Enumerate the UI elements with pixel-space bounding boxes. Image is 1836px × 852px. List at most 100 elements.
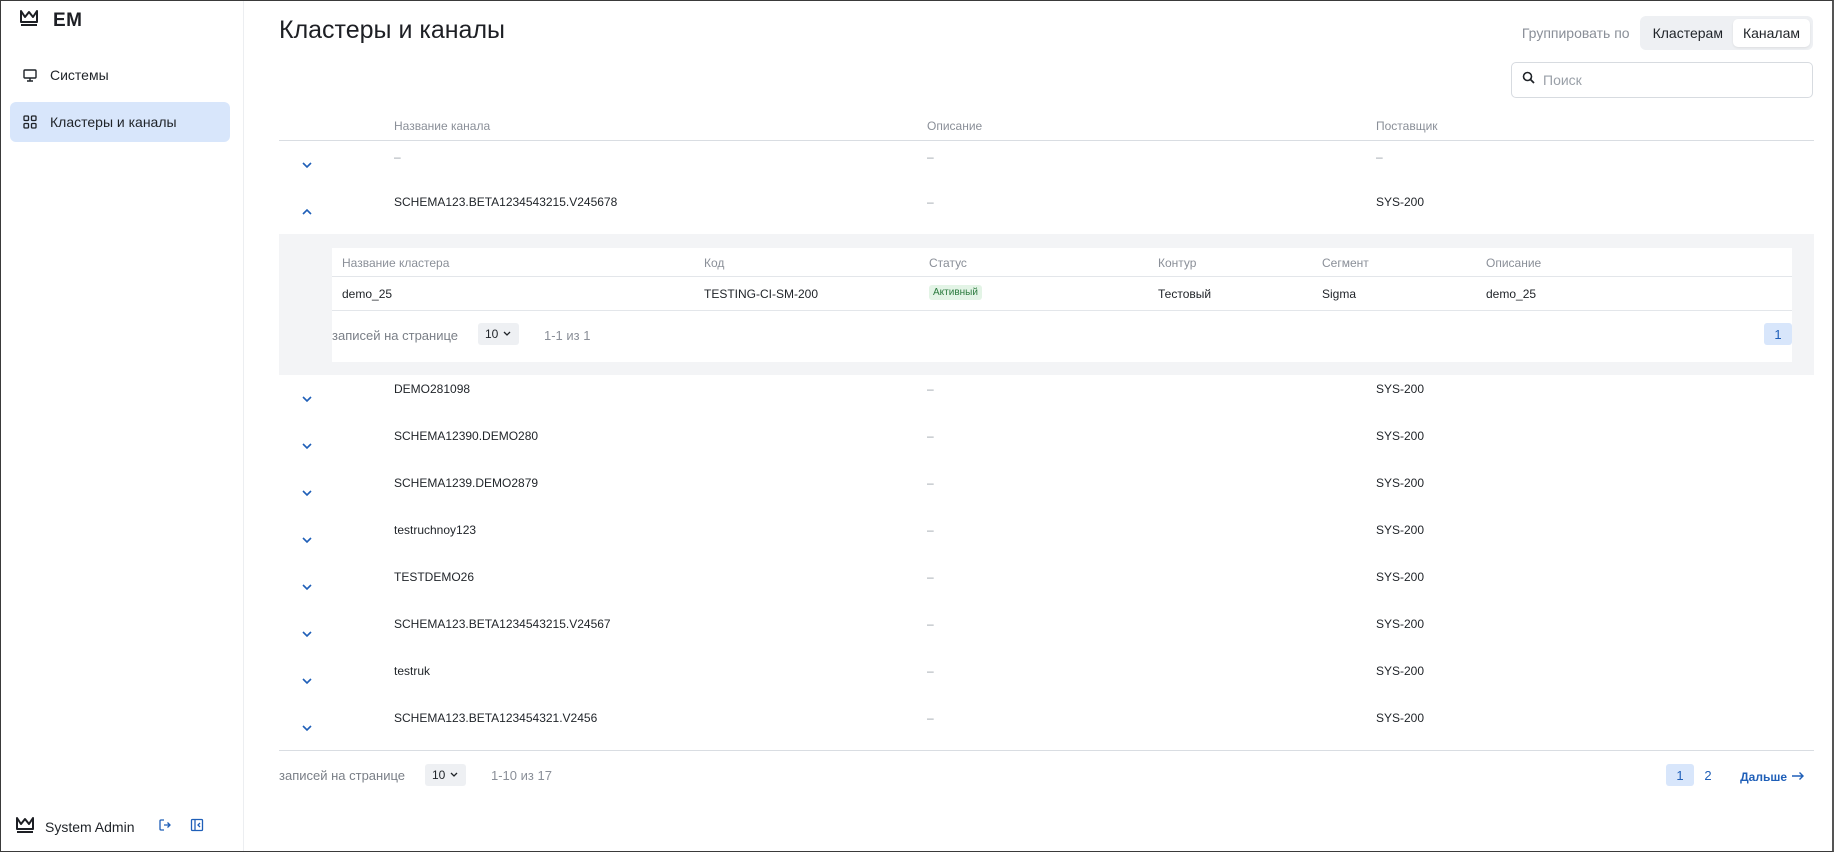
channel-description: – — [927, 429, 934, 443]
crown-logo-icon — [19, 9, 39, 32]
channel-name: SCHEMA123.BETA1234543215.V245678 — [394, 195, 618, 209]
table-row[interactable]: SCHEMA1239.DEMO2879 – SYS-200 — [279, 469, 1814, 516]
table-row[interactable]: SCHEMA123.BETA1234543215.V245678 – SYS-2… — [279, 188, 1814, 234]
per-page-label: записей на странице — [332, 328, 459, 343]
chevron-down-icon[interactable] — [297, 671, 317, 691]
group-by-channels-option[interactable]: Каналам — [1732, 19, 1810, 47]
table-row[interactable]: testruchnoy123 – SYS-200 — [279, 516, 1814, 563]
chevron-down-icon[interactable] — [297, 530, 317, 550]
column-header-cluster-description[interactable]: Описание — [1486, 256, 1541, 270]
channel-description: – — [927, 476, 934, 490]
page-range: 1-1 из 1 — [544, 328, 591, 343]
channel-name: SCHEMA12390.DEMO280 — [394, 429, 539, 443]
sidebar: EM Системы Кластеры и каналы System Admi… — [1, 1, 244, 851]
channel-description: – — [927, 382, 934, 396]
column-header-code[interactable]: Код — [704, 256, 724, 270]
user-name: System Admin — [45, 818, 135, 835]
column-header-contour[interactable]: Контур — [1158, 256, 1196, 270]
column-header-channel-name[interactable]: Название канала — [394, 119, 490, 133]
table-header: Название канала Описание Поставщик — [279, 115, 1814, 141]
cluster-segment: Sigma — [1322, 287, 1357, 301]
channel-provider: SYS-200 — [1376, 476, 1425, 490]
search-box — [1511, 62, 1813, 98]
channel-provider: SYS-200 — [1376, 382, 1425, 396]
chevron-down-icon[interactable] — [297, 718, 317, 738]
column-header-segment[interactable]: Сегмент — [1322, 256, 1369, 270]
logo[interactable]: EM — [19, 9, 83, 32]
channel-provider: SYS-200 — [1376, 195, 1425, 209]
channel-provider: SYS-200 — [1376, 711, 1425, 725]
group-by-label: Группировать по — [1521, 25, 1630, 41]
column-header-description[interactable]: Описание — [927, 119, 982, 133]
cluster-description: demo_25 — [1486, 287, 1537, 301]
chevron-down-icon — [502, 327, 512, 341]
cluster-contour: Тестовый — [1158, 287, 1212, 301]
channel-name: SCHEMA123.BETA1234543215.V24567 — [394, 617, 611, 631]
expanded-row-panel: Название кластера Код Статус Контур Сегм… — [279, 234, 1814, 375]
collapse-sidebar-icon[interactable] — [190, 818, 204, 835]
status-badge: Активный — [929, 285, 982, 300]
page-button-1[interactable]: 1 — [1666, 764, 1694, 786]
channel-description: – — [927, 195, 934, 209]
table-row[interactable]: TESTDEMO26 – SYS-200 — [279, 563, 1814, 610]
channel-name: testruchnoy123 — [394, 523, 477, 537]
chevron-down-icon[interactable] — [297, 389, 317, 409]
channel-provider: SYS-200 — [1376, 664, 1425, 678]
chevron-down-icon[interactable] — [297, 155, 317, 175]
channel-name: SCHEMA1239.DEMO2879 — [394, 476, 539, 490]
channel-name: SCHEMA123.BETA123454321.V2456 — [394, 711, 598, 725]
cluster-code: TESTING-CI-SM-200 — [704, 287, 819, 301]
channel-provider: SYS-200 — [1376, 570, 1425, 584]
table-row[interactable]: DEMO281098 – SYS-200 — [279, 375, 1814, 422]
subtable-row[interactable]: demo_25 TESTING-CI-SM-200 Активный Тесто… — [332, 277, 1792, 311]
monitor-icon — [22, 67, 38, 83]
arrow-right-icon — [1791, 770, 1805, 784]
search-icon — [1522, 71, 1535, 89]
page-button[interactable]: 1 — [1764, 323, 1792, 345]
search-input[interactable] — [1543, 72, 1803, 88]
channel-description: – — [927, 617, 934, 631]
chevron-down-icon[interactable] — [297, 624, 317, 644]
chevron-down-icon[interactable] — [297, 483, 317, 503]
user-panel: System Admin — [15, 816, 204, 837]
per-page-select[interactable]: 10 — [425, 764, 467, 786]
per-page-label: записей на странице — [279, 768, 406, 783]
clusters-subtable: Название кластера Код Статус Контур Сегм… — [332, 248, 1792, 362]
table-row[interactable]: – – – — [279, 141, 1814, 188]
channel-name: – — [394, 150, 401, 164]
group-by-segmented: Кластерам Каналам — [1639, 16, 1813, 50]
logout-icon[interactable] — [158, 818, 172, 835]
channel-provider: SYS-200 — [1376, 429, 1425, 443]
table-row[interactable]: SCHEMA12390.DEMO280 – SYS-200 — [279, 422, 1814, 469]
channel-description: – — [927, 523, 934, 537]
channel-description: – — [927, 570, 934, 584]
per-page-select[interactable]: 10 — [478, 323, 520, 345]
table-row[interactable]: SCHEMA123.BETA1234543215.V24567 – SYS-20… — [279, 610, 1814, 657]
table-row[interactable]: SCHEMA123.BETA123454321.V2456 – SYS-200 — [279, 704, 1814, 751]
chevron-up-icon[interactable] — [297, 202, 317, 222]
column-header-status[interactable]: Статус — [929, 256, 967, 270]
channel-description: – — [927, 711, 934, 725]
channel-provider: SYS-200 — [1376, 523, 1425, 537]
column-header-cluster-name[interactable]: Название кластера — [342, 256, 449, 270]
sidebar-item-systems[interactable]: Системы — [10, 55, 230, 95]
table-row[interactable]: testruk – SYS-200 — [279, 657, 1814, 704]
sidebar-item-clusters-channels[interactable]: Кластеры и каналы — [10, 102, 230, 142]
channel-name: DEMO281098 — [394, 382, 471, 396]
channel-description: – — [927, 150, 934, 164]
table-pagination: записей на странице 10 1-10 из 17 1 2 Да… — [279, 750, 1814, 798]
chevron-down-icon[interactable] — [297, 436, 317, 456]
channel-name: TESTDEMO26 — [394, 570, 475, 584]
logo-text: EM — [53, 9, 83, 31]
group-by-clusters-option[interactable]: Кластерам — [1643, 19, 1733, 47]
next-page-button[interactable]: Дальше — [1740, 770, 1805, 784]
page-button-2[interactable]: 2 — [1694, 764, 1722, 786]
subtable-pagination: записей на странице 10 1-1 из 1 1 — [332, 311, 1792, 361]
page-title: Кластеры и каналы — [279, 16, 506, 44]
per-page-value: 10 — [485, 327, 499, 341]
chevron-down-icon[interactable] — [297, 577, 317, 597]
column-header-provider[interactable]: Поставщик — [1376, 119, 1438, 133]
subtable-header: Название кластера Код Статус Контур Сегм… — [332, 248, 1792, 277]
channel-name: testruk — [394, 664, 431, 678]
cluster-name: demo_25 — [342, 287, 393, 301]
